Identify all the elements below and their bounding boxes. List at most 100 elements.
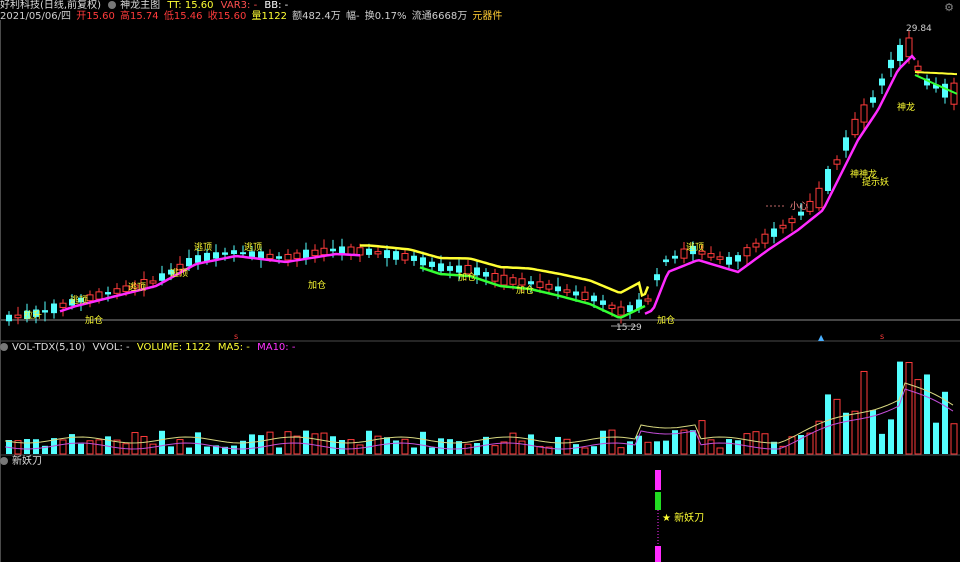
signal-toggle-icon[interactable] (0, 457, 8, 465)
candle-body (825, 169, 831, 191)
candle-body (411, 255, 417, 261)
ma10-value: MA10: - (257, 342, 296, 353)
volume-bar (617, 447, 625, 455)
candle-body (159, 273, 165, 281)
candle-body (761, 233, 769, 244)
volume-bar (266, 431, 274, 455)
candle-body (870, 97, 876, 103)
ma5-value: MA5: - (217, 342, 250, 353)
candle-body (779, 224, 787, 229)
label-buy-5: 加仓 (657, 314, 675, 326)
volume-indicator-name[interactable]: VOL-TDX(5,10) (12, 342, 85, 353)
candle-body (149, 280, 157, 284)
volume-bar (690, 430, 696, 454)
volume-bar (500, 441, 508, 455)
volume-bar (914, 379, 922, 455)
volume-bar (950, 423, 958, 455)
candle-body (563, 289, 571, 293)
volume-bar (24, 439, 30, 454)
candle-body (536, 281, 544, 288)
volume-bar (581, 447, 589, 455)
volume-bar (771, 441, 777, 454)
candle-body (42, 310, 48, 313)
candlesticks: ss (6, 30, 958, 341)
volume-bar (320, 432, 328, 455)
candle-body (833, 159, 841, 165)
volume-bar (654, 441, 660, 454)
candle-body (743, 247, 751, 257)
candle-body (456, 265, 462, 273)
candle-body (581, 291, 589, 301)
volume-bar (204, 446, 210, 454)
volume-bar (591, 446, 597, 454)
candle-body (276, 256, 282, 259)
label-top-1: 逃顶 (70, 294, 88, 306)
candle-body (231, 250, 237, 255)
candle-body (266, 253, 274, 260)
candle-body (608, 304, 616, 310)
volume-bar (249, 434, 255, 454)
volume-bar (59, 439, 67, 455)
candle-body (51, 303, 57, 314)
volume-bar (401, 438, 409, 455)
candle-body (752, 242, 760, 248)
label-buy-3: 加仓 (458, 271, 476, 283)
volume-bar (159, 430, 165, 454)
candle-body (888, 59, 894, 69)
volume-bar (680, 429, 688, 455)
candle-body (222, 252, 228, 255)
volume-bar (140, 435, 148, 455)
candle-body (483, 272, 489, 277)
signal-bar-magenta (655, 470, 661, 490)
volume-bar (743, 433, 751, 455)
candle-body (851, 118, 859, 136)
candle-body (393, 251, 399, 260)
candle-body (113, 288, 121, 294)
candle-body (447, 266, 453, 271)
volume-bar (608, 429, 616, 455)
signal-label: ★ 新妖刀 (662, 513, 705, 524)
candle-body (401, 253, 409, 261)
chart-area[interactable]: ss 拉升 加仓 逃顶 逃顶 逃顶 逃顶 逃顶 加仓 加仓 加仓 15.29 加… (0, 0, 960, 562)
volume-bar (726, 439, 732, 454)
volume-bar (105, 436, 111, 454)
candle-body (429, 261, 435, 267)
volume-bar (393, 440, 399, 454)
signal-bars (655, 470, 661, 562)
candle-body (59, 302, 67, 308)
candle-body (735, 255, 741, 262)
volume-bar (815, 420, 823, 455)
candle-body (95, 291, 103, 300)
candle-body (617, 306, 625, 316)
indicator-lines (59, 54, 958, 319)
candle-body (320, 247, 328, 256)
candle-body (186, 258, 192, 267)
volume-bar (555, 436, 561, 454)
volume-bar (303, 430, 309, 454)
volume-bar (474, 443, 480, 454)
volume-bar (843, 412, 849, 454)
candle-body (366, 248, 372, 255)
volume-bar (429, 447, 435, 454)
volume-toggle-icon[interactable] (0, 343, 8, 351)
candle-body (374, 251, 382, 255)
volume-bar (905, 362, 913, 455)
label-top-3: 逃顶 (170, 267, 188, 279)
candle-body (528, 281, 534, 285)
vvol-value: VVOL: - (92, 342, 130, 353)
label-top-6: 逃顶 (686, 241, 704, 253)
candle-body (420, 257, 426, 266)
signal-indicator-name[interactable]: 新妖刀 (12, 456, 42, 467)
volume-bar (897, 361, 903, 454)
candle-body (600, 300, 606, 305)
candle-body (330, 248, 336, 252)
label-buy-1: 加仓 (85, 314, 103, 326)
candle-body (105, 292, 111, 295)
volume-bar (644, 441, 652, 455)
volume-bar (636, 435, 642, 454)
volume-bar (806, 432, 814, 455)
signal-bar-magenta-2 (655, 546, 661, 562)
volume-bar (825, 394, 831, 454)
candle-body (384, 250, 390, 259)
marker-red: s (880, 332, 884, 341)
